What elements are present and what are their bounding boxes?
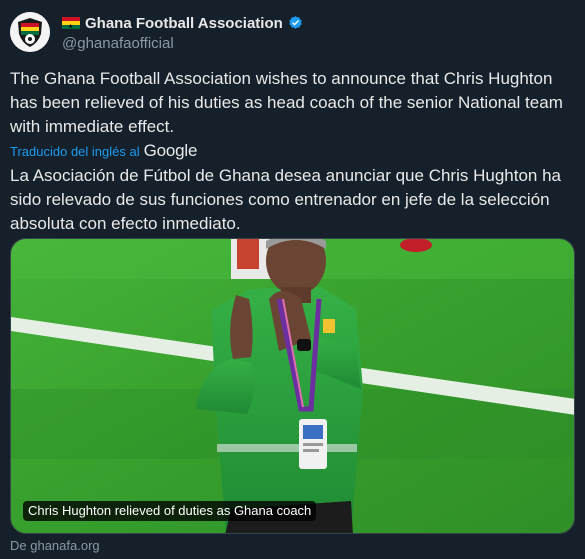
account-handle[interactable]: @ghanafaofficial [62,35,174,52]
card-caption: Chris Hughton relieved of duties as Ghan… [23,501,317,521]
display-name[interactable]: Ghana Football Association [85,15,283,32]
tweet-text: The Ghana Football Association wishes to… [10,69,563,136]
translation-label[interactable]: Traducido del inglés al [10,144,140,159]
link-card[interactable]: Chris Hughton relieved of duties as Ghan… [10,238,575,534]
translated-text: La Asociación de Fútbol de Ghana desea a… [10,166,561,233]
gfa-crest-logo [10,12,50,52]
avatar[interactable] [10,12,50,52]
google-wordmark: Google [143,141,198,160]
card-source-link[interactable]: De ghanafa.org [10,538,100,553]
tweet[interactable]: ★ Ghana Football Association @ghanafaoff… [0,0,585,559]
verified-badge-icon [289,15,302,29]
ghana-flag-icon: ★ [62,17,80,30]
card-photo [11,239,574,533]
translation-notice[interactable]: Traducido del inglés al Google [10,141,197,161]
